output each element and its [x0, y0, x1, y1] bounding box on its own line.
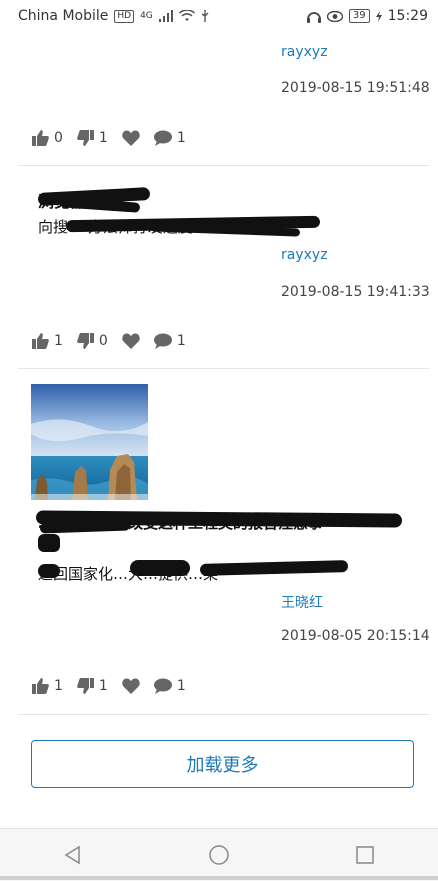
- home-button[interactable]: [199, 835, 239, 875]
- thumbs-down-icon: [77, 130, 94, 146]
- home-circle-icon: [209, 845, 229, 865]
- like-count: 1: [54, 678, 63, 694]
- charging-icon: [375, 10, 382, 22]
- heart-icon: [122, 333, 140, 349]
- redaction-mark: [130, 560, 190, 576]
- favorite-button[interactable]: [122, 333, 140, 349]
- redaction-mark: [38, 564, 60, 578]
- favorite-button[interactable]: [122, 130, 140, 146]
- dislike-button[interactable]: 0: [77, 333, 108, 349]
- back-triangle-icon: [64, 845, 80, 865]
- carrier-name: China Mobile: [18, 8, 109, 24]
- dislike-count: 1: [98, 678, 108, 694]
- post-actions: 1 0 1: [32, 333, 200, 349]
- post-author[interactable]: rayxyz: [281, 247, 328, 263]
- post-actions: 0 1 1: [32, 130, 200, 146]
- back-button[interactable]: [53, 835, 93, 875]
- post-date: 2019-08-15 19:51:48: [281, 80, 430, 96]
- post-thumbnail[interactable]: [31, 384, 148, 500]
- thumbs-up-icon: [32, 130, 49, 146]
- load-more-button[interactable]: 加载更多: [31, 740, 414, 788]
- dislike-button[interactable]: 1: [77, 678, 108, 694]
- post-author[interactable]: rayxyz: [281, 44, 328, 60]
- favorite-button[interactable]: [122, 678, 140, 694]
- dislike-count: 1: [98, 130, 108, 146]
- eye-icon: [326, 10, 343, 22]
- like-button[interactable]: 1: [32, 333, 63, 349]
- comment-button[interactable]: 1: [153, 678, 186, 694]
- thumbs-up-icon: [32, 333, 49, 349]
- post-actions: 1 1 1: [32, 678, 200, 694]
- wifi-icon: [178, 10, 195, 21]
- comment-button[interactable]: 1: [153, 130, 186, 146]
- comment-count: 1: [176, 130, 186, 146]
- post-author[interactable]: 王晓红: [281, 592, 323, 612]
- post-body: 返回国家化…大…提供…某: [38, 565, 219, 583]
- comment-icon: [153, 130, 172, 146]
- redaction-mark: [38, 534, 60, 552]
- usb-icon: [201, 10, 209, 22]
- dislike-button[interactable]: 1: [77, 130, 108, 146]
- thumbs-up-icon: [32, 678, 49, 694]
- recents-button[interactable]: [345, 835, 385, 875]
- network-type: 4G: [140, 11, 153, 21]
- comment-button[interactable]: 1: [153, 333, 186, 349]
- thumbs-down-icon: [77, 678, 94, 694]
- clock: 15:29: [387, 8, 428, 24]
- comment-count: 1: [176, 678, 186, 694]
- status-bar: China Mobile HD 4G 39 15:29: [0, 0, 438, 32]
- battery-indicator: 39: [348, 9, 370, 23]
- post-date: 2019-08-15 19:41:33: [281, 284, 430, 300]
- divider: [18, 714, 429, 715]
- dislike-count: 0: [98, 333, 108, 349]
- comment-count: 1: [176, 333, 186, 349]
- comment-icon: [153, 333, 172, 349]
- redaction-mark: [199, 560, 349, 576]
- system-nav-bar: [0, 828, 438, 881]
- thumbs-down-icon: [77, 333, 94, 349]
- signal-icon: [158, 10, 173, 22]
- screen-bottom-edge: [0, 876, 438, 880]
- like-button[interactable]: 0: [32, 130, 63, 146]
- comment-icon: [153, 678, 172, 694]
- like-button[interactable]: 1: [32, 678, 63, 694]
- heart-icon: [122, 130, 140, 146]
- heart-icon: [122, 678, 140, 694]
- headphones-icon: [306, 11, 321, 23]
- divider: [18, 368, 429, 369]
- recents-square-icon: [356, 846, 374, 864]
- divider: [18, 165, 429, 166]
- hd-badge: HD: [114, 9, 135, 23]
- like-count: 0: [54, 130, 63, 146]
- like-count: 1: [54, 333, 63, 349]
- post-date: 2019-08-05 20:15:14: [281, 628, 430, 644]
